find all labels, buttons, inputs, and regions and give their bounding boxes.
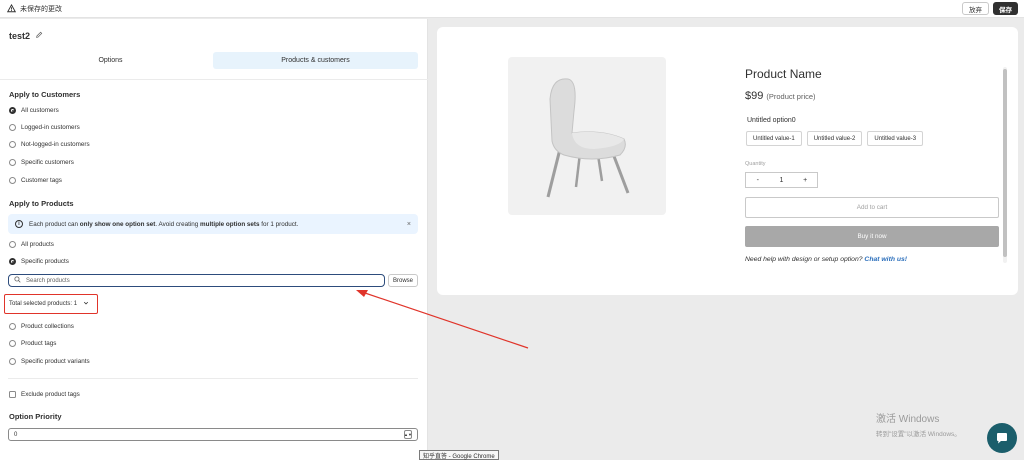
- radio-button[interactable]: [9, 323, 16, 330]
- qty-plus-button[interactable]: +: [793, 177, 817, 184]
- chat-bubble-icon: [997, 433, 1007, 444]
- product-price: $99 (Product price): [745, 90, 816, 102]
- radio-customer-tags[interactable]: Customer tags: [9, 177, 62, 184]
- watermark-line1: 激活 Windows: [876, 414, 940, 425]
- radio-label: Not-logged-in customers: [21, 141, 90, 148]
- radio-button[interactable]: [9, 358, 16, 365]
- radio-specific-product-variants[interactable]: Specific product variants: [9, 358, 90, 365]
- price-value: $99: [745, 90, 764, 102]
- option-value-button[interactable]: Untitled value-1: [746, 131, 802, 146]
- discard-button[interactable]: 放弃: [962, 2, 989, 15]
- tab-products-customers[interactable]: Products & customers: [213, 52, 418, 69]
- radio-all-customers[interactable]: All customers: [9, 107, 59, 114]
- radio-label: Customer tags: [21, 177, 62, 184]
- info-icon: i: [15, 220, 23, 228]
- priority-value: 0: [14, 431, 18, 438]
- radio-product-collections[interactable]: Product collections: [9, 323, 74, 330]
- window-tooltip: 知乎直答 - Google Chrome: [419, 450, 499, 460]
- chat-button[interactable]: [987, 423, 1017, 453]
- search-icon: [14, 276, 21, 285]
- radio-specific-customers[interactable]: Specific customers: [9, 159, 74, 166]
- buy-now-button[interactable]: Buy it now: [745, 226, 999, 247]
- radio-label: Product collections: [21, 323, 74, 330]
- product-image: [508, 57, 666, 215]
- radio-button[interactable]: [9, 177, 16, 184]
- radio-label: Specific customers: [21, 159, 74, 166]
- radio-button[interactable]: [9, 107, 16, 114]
- radio-label: Product tags: [21, 340, 57, 347]
- topbar-actions: 放弃 保存: [962, 2, 1018, 15]
- products-section-title: Apply to Products: [9, 199, 74, 208]
- unsaved-changes-title: 未保存的更改: [20, 5, 62, 13]
- checkbox-label: Exclude product tags: [21, 391, 80, 398]
- radio-button[interactable]: [9, 141, 16, 148]
- chair-icon: [546, 78, 630, 198]
- radio-specific-products[interactable]: Specific products: [9, 258, 69, 265]
- radio-logged-in-customers[interactable]: Logged-in customers: [9, 124, 80, 131]
- option-priority-title: Option Priority: [9, 412, 62, 421]
- option-priority-input[interactable]: 0 ▲▼: [8, 428, 418, 441]
- option-title: Untitled option0: [747, 117, 796, 124]
- help-text: Need help with design or setup option? C…: [745, 256, 908, 263]
- checkbox[interactable]: [9, 391, 16, 398]
- price-note: (Product price): [766, 92, 816, 101]
- stepper-icon[interactable]: ▲▼: [404, 430, 412, 439]
- radio-label: All customers: [21, 107, 59, 114]
- watermark-line2: 转到"设置"以激活 Windows。: [876, 431, 961, 438]
- radio-button[interactable]: [9, 258, 16, 265]
- scrollbar-thumb[interactable]: [1003, 69, 1007, 257]
- radio-label: Specific products: [21, 258, 69, 265]
- option-value-button[interactable]: Untitled value-2: [806, 131, 863, 146]
- divider: [8, 378, 418, 379]
- banner-text: Each product can only show one option se…: [29, 220, 299, 228]
- radio-label: Logged-in customers: [21, 124, 80, 131]
- radio-button[interactable]: [9, 340, 16, 347]
- radio-button[interactable]: [9, 159, 16, 166]
- customers-section-title: Apply to Customers: [9, 90, 81, 99]
- settings-panel: test2 Options Products & customers Apply…: [0, 19, 428, 460]
- pencil-icon[interactable]: [35, 31, 43, 41]
- exclude-product-tags-checkbox[interactable]: Exclude product tags: [9, 391, 80, 398]
- radio-product-tags[interactable]: Product tags: [9, 340, 56, 347]
- activate-windows-watermark: 激活 Windows 转到"设置"以激活 Windows。: [876, 410, 961, 438]
- chevron-down-icon: [83, 300, 89, 308]
- search-placeholder: Search products: [26, 277, 70, 284]
- preview-scrollbar[interactable]: [1003, 67, 1007, 263]
- warning-icon: [6, 4, 16, 14]
- total-selected-dropdown[interactable]: Total selected products: 1: [4, 294, 98, 314]
- option-set-name: test2: [9, 31, 43, 41]
- qty-minus-button[interactable]: -: [746, 177, 770, 184]
- option-set-title: test2: [9, 31, 31, 41]
- radio-all-products[interactable]: All products: [9, 241, 54, 248]
- info-banner: i Each product can only show one option …: [8, 214, 418, 234]
- top-bar: 未保存的更改 放弃 保存: [0, 0, 1024, 18]
- chat-with-us-link[interactable]: Chat with us!: [864, 256, 907, 263]
- quantity-stepper[interactable]: - 1 +: [745, 172, 818, 188]
- radio-label: All products: [21, 241, 54, 248]
- product-preview: Product Name $99 (Product price) Untitle…: [437, 27, 1018, 295]
- tab-options[interactable]: Options: [8, 52, 213, 69]
- search-products-input[interactable]: Search products: [8, 274, 385, 287]
- radio-not-logged-in-customers[interactable]: Not-logged-in customers: [9, 141, 90, 148]
- add-to-cart-button[interactable]: Add to cart: [745, 197, 999, 218]
- option-value-button[interactable]: Untitled value-3: [867, 131, 924, 146]
- option-values: Untitled value-1 Untitled value-2 Untitl…: [746, 131, 924, 146]
- radio-button[interactable]: [9, 241, 16, 248]
- quantity-label: Quantity: [745, 161, 766, 167]
- radio-button[interactable]: [9, 124, 16, 131]
- close-icon[interactable]: ×: [407, 221, 411, 228]
- radio-label: Specific product variants: [21, 358, 90, 365]
- product-name: Product Name: [745, 67, 822, 81]
- divider: [0, 79, 428, 80]
- panel-tabs: Options Products & customers: [8, 52, 418, 69]
- save-button[interactable]: 保存: [993, 2, 1018, 15]
- qty-value[interactable]: 1: [770, 177, 794, 184]
- total-selected-label: Total selected products: 1: [9, 301, 78, 307]
